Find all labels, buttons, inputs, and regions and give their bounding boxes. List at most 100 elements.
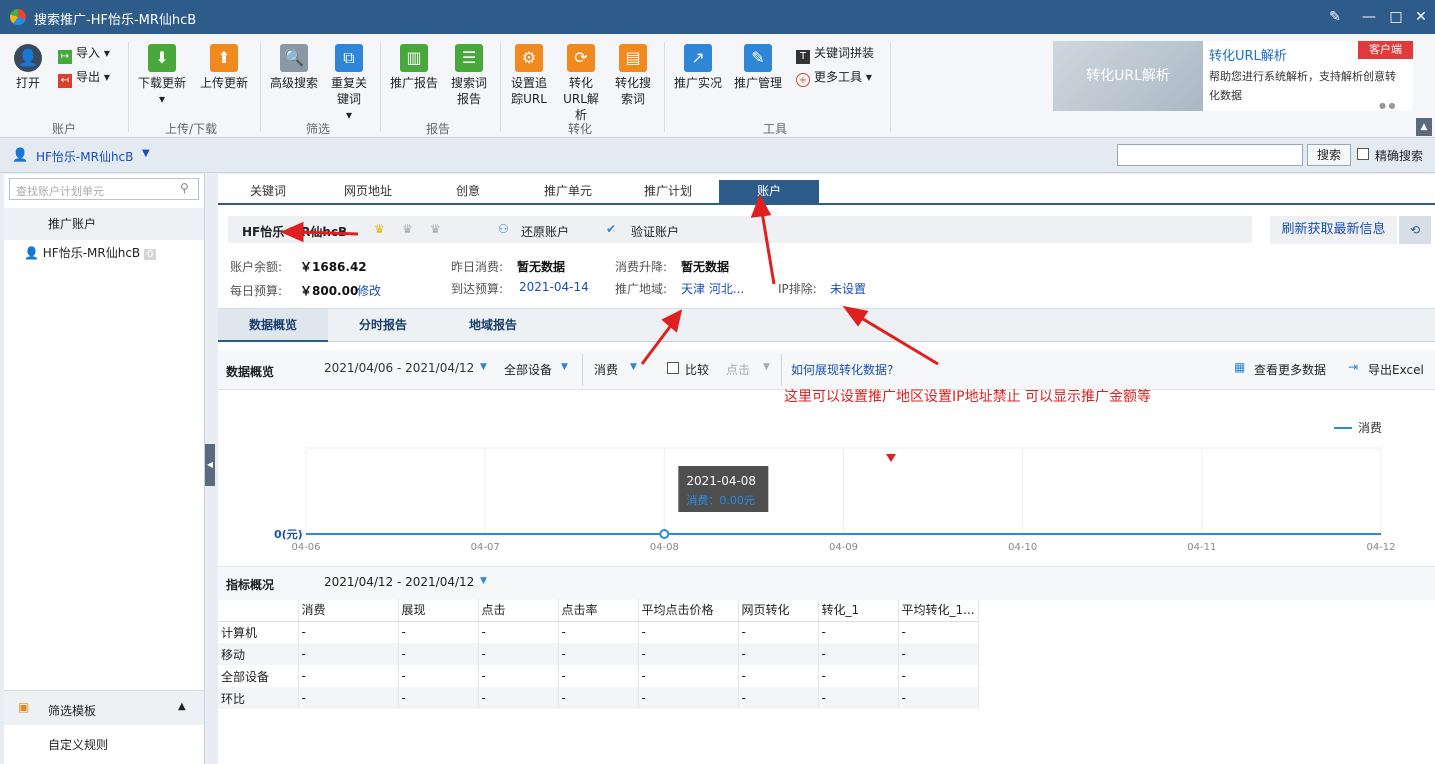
kpi-column-header[interactable]: 点击率 <box>558 599 639 622</box>
live-preview-button[interactable]: ↗ 推广实况 <box>672 44 724 91</box>
carousel-dots[interactable]: ● ● <box>1379 101 1396 110</box>
more-tools-button[interactable]: + 更多工具 ▾ <box>796 68 872 87</box>
kpi-cell: - <box>638 665 739 687</box>
duplicate-keyword-button[interactable]: ⧉ 重复关键词 ▾ <box>328 44 370 123</box>
promo-manage-button[interactable]: ✎ 推广管理 <box>732 44 784 91</box>
open-button[interactable]: 👤 打开 <box>10 44 46 91</box>
x-tick-label: 04-11 <box>1187 542 1216 553</box>
exact-search-label: 精确搜索 <box>1375 149 1424 163</box>
kpi-column-header[interactable]: 展现 <box>398 599 479 622</box>
banner-image: 转化URL解析 <box>1053 41 1203 111</box>
account-user-icon: 👤 <box>12 148 29 163</box>
banner-title: 转化URL解析 <box>1209 49 1287 64</box>
download-button[interactable]: ⬇ 下载更新 ▾ <box>136 44 188 107</box>
download-icon: ⬇ <box>148 44 176 72</box>
doc-search-icon: ▤ <box>619 44 647 72</box>
x-tick-label: 04-08 <box>650 542 679 553</box>
conversion-url-button[interactable]: ⟳ 转化URL解析 <box>558 44 604 123</box>
kpi-cell: 环比 <box>218 687 299 709</box>
tooltip-value: 消费：0.00元 <box>686 493 755 507</box>
magnifier-icon: 🔍 <box>280 44 308 72</box>
main-panel: 关键词 网页地址 创意 推广单元 推广计划 账户 HF怡乐-MR仙hcB ♛ ♛… <box>218 174 1435 764</box>
ribbon-separator <box>128 42 129 132</box>
kpi-cell: - <box>638 687 739 709</box>
exact-search-checkbox[interactable] <box>1357 148 1369 160</box>
app-logo-icon <box>10 9 26 25</box>
group-label-report: 报告 <box>426 122 451 136</box>
promo-report-button[interactable]: ▥ 推广报告 <box>388 44 440 91</box>
trend-chart: 0(元)04-06 04-07 04-08 04-09 04-10 04-11 04-12 2… <box>274 421 1396 553</box>
client-badge[interactable]: 客户端 <box>1358 41 1413 59</box>
kpi-cell: - <box>478 665 559 687</box>
advanced-search-button[interactable]: 🔍 高级搜索 <box>268 44 320 91</box>
duplicate-icon: ⧉ <box>335 44 363 72</box>
count-badge: 0 <box>144 249 157 260</box>
kpi-cell: - <box>738 643 819 665</box>
chevron-down-icon[interactable]: ▼ <box>142 148 150 159</box>
maximize-button[interactable]: □ <box>1387 8 1405 26</box>
search-button[interactable]: 搜索 <box>1307 144 1351 166</box>
search-term-report-button[interactable]: ☰ 搜索词报告 <box>448 44 490 107</box>
kpi-cell: - <box>398 665 479 687</box>
kpi-cell: 全部设备 <box>218 665 299 687</box>
data-point[interactable] <box>659 529 670 539</box>
export-icon: ↤ <box>58 74 72 88</box>
manage-icon: ✎ <box>744 44 772 72</box>
export-button[interactable]: ↤ 导出 ▾ <box>58 68 110 88</box>
kpi-row: 计算机 - - - - - - - - <box>218 621 979 643</box>
kpi-cell: - <box>478 643 559 665</box>
kpi-table: 消费 展现 点击 点击率 平均点击价格 网页转化 转化_1 平均转化_1... 计算机 - - - - -… <box>218 599 979 709</box>
kpi-date-select[interactable]: 2021/04/12 - 2021/04/12 <box>324 575 474 589</box>
kpi-cell: - <box>818 665 899 687</box>
custom-rule-link[interactable]: 自定义规则 <box>48 736 108 753</box>
sidebar-collapse-button[interactable]: ◀ <box>205 444 215 486</box>
kpi-cell: - <box>818 643 899 665</box>
group-label-account: 账户 <box>52 122 77 136</box>
kpi-cell: - <box>558 687 639 709</box>
ribbon-collapse-button[interactable]: ▲ <box>1416 118 1432 136</box>
close-button[interactable]: ✕ <box>1412 8 1430 26</box>
sidebar-search-input[interactable]: 查找账户计划单元 ⚲ <box>9 178 199 200</box>
edit-icon[interactable]: ✎ <box>1326 8 1344 26</box>
kpi-column-header[interactable] <box>218 599 299 622</box>
kpi-column-header[interactable]: 平均点击价格 <box>638 599 739 622</box>
x-tick-label: 04-12 <box>1366 542 1395 553</box>
chevron-up-icon[interactable]: ▲ <box>178 701 186 712</box>
group-label-tools: 工具 <box>763 122 788 136</box>
kpi-column-header[interactable]: 点击 <box>478 599 559 622</box>
kpi-column-header[interactable]: 消费 <box>298 599 399 622</box>
kpi-cell: - <box>898 665 979 687</box>
kpi-column-header[interactable]: 网页转化 <box>738 599 819 622</box>
tracking-url-button[interactable]: ⚙ 设置追踪URL <box>508 44 550 107</box>
search-icon[interactable]: ⚲ <box>180 181 189 195</box>
kpi-column-header[interactable]: 转化_1 <box>818 599 899 622</box>
share-icon: ↗ <box>684 44 712 72</box>
group-label-updown: 上传/下载 <box>165 122 218 136</box>
keyword-combine-button[interactable]: T 关键词拼装 <box>796 44 874 64</box>
sidebar-account-item[interactable]: 👤 HF怡乐-MR仙hcB 0 <box>24 244 157 261</box>
kpi-cell: - <box>818 687 899 709</box>
kpi-cell: - <box>478 687 559 709</box>
kpi-cell: - <box>298 687 399 709</box>
kpi-label: 指标概况 <box>226 578 275 592</box>
minimize-button[interactable]: — <box>1360 8 1378 26</box>
kpi-row: 全部设备 - - - - - - - - <box>218 665 979 687</box>
upload-button[interactable]: ⬆ 上传更新 <box>198 44 250 91</box>
kpi-cell: - <box>818 621 899 643</box>
x-tick-label: 04-06 <box>291 542 320 553</box>
filter-template-bar[interactable]: ▣ 筛选模板 ▲ <box>4 690 204 725</box>
kpi-cell: - <box>738 687 819 709</box>
import-button[interactable]: ↦ 导入 ▾ <box>58 44 110 64</box>
kpi-column-header[interactable]: 平均转化_1... <box>898 599 979 622</box>
title-bar: 搜索推广-HF怡乐-MR仙hcB ✎ — □ ✕ <box>0 0 1435 34</box>
search-input[interactable] <box>1117 144 1303 166</box>
chevron-down-icon[interactable]: ▼ <box>480 576 487 586</box>
kpi-cell: - <box>898 687 979 709</box>
banner-desc: 帮助您进行系统解析，支持解析创意转化数据 <box>1209 70 1396 102</box>
kpi-cell: - <box>638 621 739 643</box>
kpi-cell: - <box>558 621 639 643</box>
account-selector[interactable]: HF怡乐-MR仙hcB <box>36 148 133 165</box>
promo-banner[interactable]: 转化URL解析 转化URL解析 帮助您进行系统解析，支持解析创意转化数据 客户端… <box>1053 41 1413 111</box>
conversion-search-button[interactable]: ▤ 转化搜索词 <box>612 44 654 107</box>
kpi-cell: 计算机 <box>218 621 299 643</box>
